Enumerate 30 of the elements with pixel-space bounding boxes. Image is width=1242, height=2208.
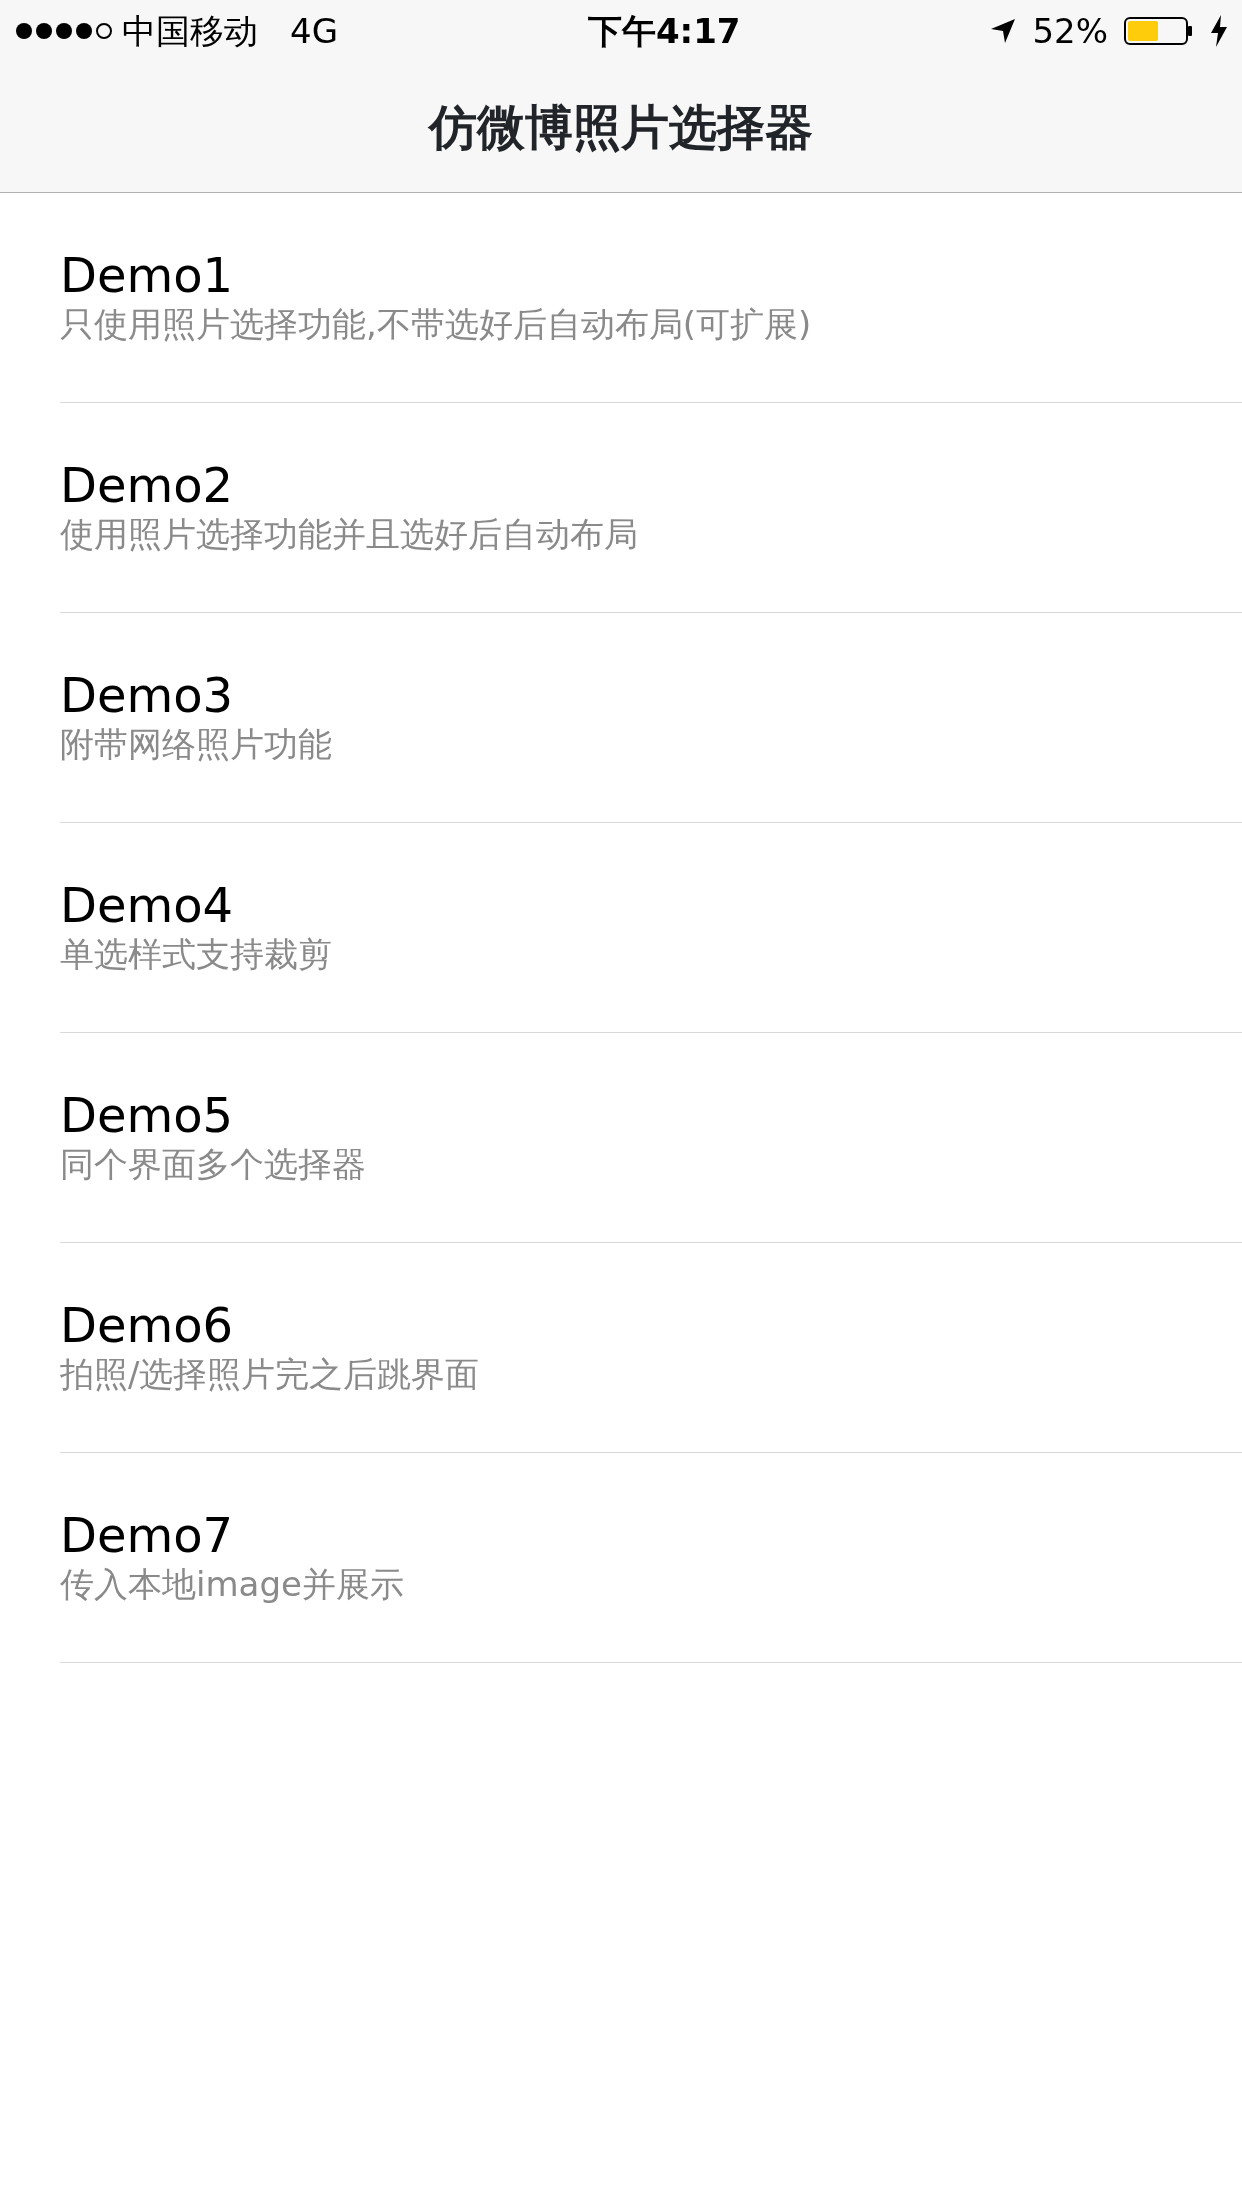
charging-bolt-icon (1210, 15, 1228, 47)
row-title: Demo5 (60, 1089, 235, 1142)
row-subtitle: 使用照片选择功能并且选好后自动布局 (60, 512, 639, 556)
row-title: Demo6 (60, 1299, 235, 1352)
row-subtitle: 传入本地image并展示 (60, 1562, 405, 1606)
nav-title: 仿微博照片选择器 (429, 98, 813, 157)
row-title: Demo7 (60, 1509, 235, 1562)
row-title: Demo3 (60, 669, 235, 722)
list-row[interactable]: Demo4 单选样式支持裁剪 (0, 823, 1242, 1033)
row-title: Demo4 (60, 879, 235, 932)
row-title: Demo2 (60, 459, 235, 512)
battery-icon (1124, 15, 1194, 47)
row-subtitle: 附带网络照片功能 (60, 722, 333, 766)
list-row[interactable]: Demo5 同个界面多个选择器 (0, 1033, 1242, 1243)
status-time: 下午4:17 (587, 9, 741, 53)
row-subtitle: 单选样式支持裁剪 (60, 932, 333, 976)
list-row[interactable]: Demo6 拍照/选择照片完之后跳界面 (0, 1243, 1242, 1453)
battery-percent: 52% (1032, 9, 1108, 53)
location-arrow-icon (990, 18, 1017, 44)
row-subtitle: 只使用照片选择功能,不带选好后自动布局(可扩展) (60, 302, 813, 346)
signal-icon (14, 21, 114, 41)
row-subtitle: 同个界面多个选择器 (60, 1142, 367, 1186)
list-row[interactable]: Demo1 只使用照片选择功能,不带选好后自动布局(可扩展) (0, 193, 1242, 403)
row-title: Demo1 (60, 249, 235, 302)
list-row[interactable]: Demo3 附带网络照片功能 (0, 613, 1242, 823)
list-row[interactable]: Demo2 使用照片选择功能并且选好后自动布局 (0, 403, 1242, 613)
row-subtitle: 拍照/选择照片完之后跳界面 (60, 1352, 481, 1396)
network-type: 4G (290, 9, 338, 53)
list-row[interactable]: Demo7 传入本地image并展示 (0, 1453, 1242, 1663)
carrier-name: 中国移动 (122, 9, 258, 53)
